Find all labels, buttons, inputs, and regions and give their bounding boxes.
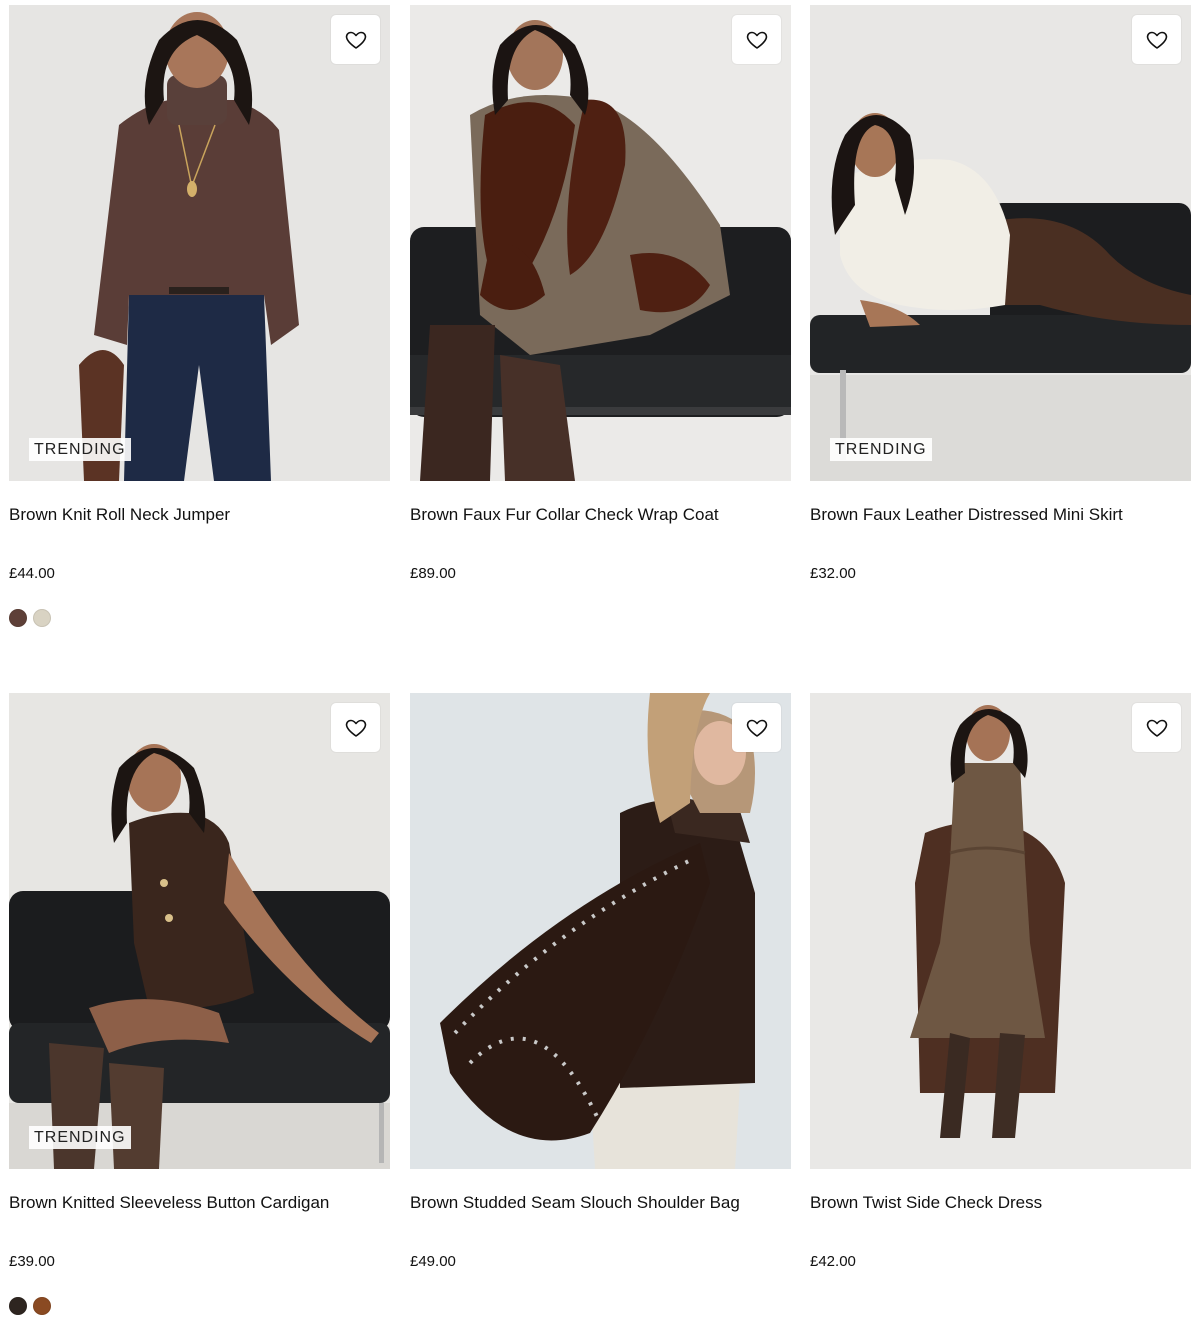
heart-outline-icon [345,719,366,737]
heart-outline-icon [1146,719,1167,737]
product-price: £32.00 [810,565,856,582]
color-swatch-cream[interactable] [33,609,51,627]
product-photo [410,693,791,1169]
color-swatches [410,1297,791,1315]
product-title[interactable]: Brown Faux Leather Distressed Mini Skirt [810,504,1191,526]
product-title[interactable]: Brown Twist Side Check Dress [810,1192,1191,1214]
product-title[interactable]: Brown Studded Seam Slouch Shoulder Bag [410,1192,791,1214]
product-card[interactable]: Brown Faux Fur Collar Check Wrap Coat £8… [410,5,791,627]
product-photo [810,5,1191,481]
product-photo [810,693,1191,1169]
color-swatch-rust[interactable] [33,1297,51,1315]
product-image[interactable] [810,693,1191,1169]
product-title[interactable]: Brown Knitted Sleeveless Button Cardigan [9,1192,390,1214]
color-swatches [9,609,390,627]
product-image[interactable] [410,693,791,1169]
product-image[interactable]: TRENDING [810,5,1191,481]
color-swatches [410,609,791,627]
product-price: £44.00 [9,565,55,582]
trending-badge: TRENDING [29,438,131,461]
color-swatches [810,609,1191,627]
product-image[interactable] [410,5,791,481]
product-image[interactable]: TRENDING [9,693,390,1169]
product-image[interactable]: TRENDING [9,5,390,481]
trending-badge: TRENDING [29,1126,131,1149]
product-photo [9,693,390,1169]
wishlist-button[interactable] [732,703,781,752]
color-swatches [9,1297,390,1315]
heart-outline-icon [746,719,767,737]
product-card[interactable]: Brown Twist Side Check Dress £42.00 [810,693,1191,1315]
product-photo [410,5,791,481]
color-swatch-brown[interactable] [9,609,27,627]
product-grid: TRENDING Brown Knit Roll Neck Jumper £44… [0,0,1200,1322]
trending-badge: TRENDING [830,438,932,461]
wishlist-button[interactable] [331,15,380,64]
product-title[interactable]: Brown Faux Fur Collar Check Wrap Coat [410,504,791,526]
color-swatch-dark-brown[interactable] [9,1297,27,1315]
product-price: £39.00 [9,1253,55,1270]
product-price: £89.00 [410,565,456,582]
heart-outline-icon [1146,31,1167,49]
wishlist-button[interactable] [1132,703,1181,752]
heart-outline-icon [746,31,767,49]
wishlist-button[interactable] [1132,15,1181,64]
wishlist-button[interactable] [732,15,781,64]
product-title[interactable]: Brown Knit Roll Neck Jumper [9,504,390,526]
product-card[interactable]: Brown Studded Seam Slouch Shoulder Bag £… [410,693,791,1315]
product-card[interactable]: TRENDING Brown Faux Leather Distressed M… [810,5,1191,627]
product-card[interactable]: TRENDING Brown Knitted Sleeveless Button… [9,693,390,1315]
product-photo [9,5,390,481]
wishlist-button[interactable] [331,703,380,752]
product-price: £49.00 [410,1253,456,1270]
heart-outline-icon [345,31,366,49]
product-price: £42.00 [810,1253,856,1270]
color-swatches [810,1297,1191,1315]
product-card[interactable]: TRENDING Brown Knit Roll Neck Jumper £44… [9,5,390,627]
